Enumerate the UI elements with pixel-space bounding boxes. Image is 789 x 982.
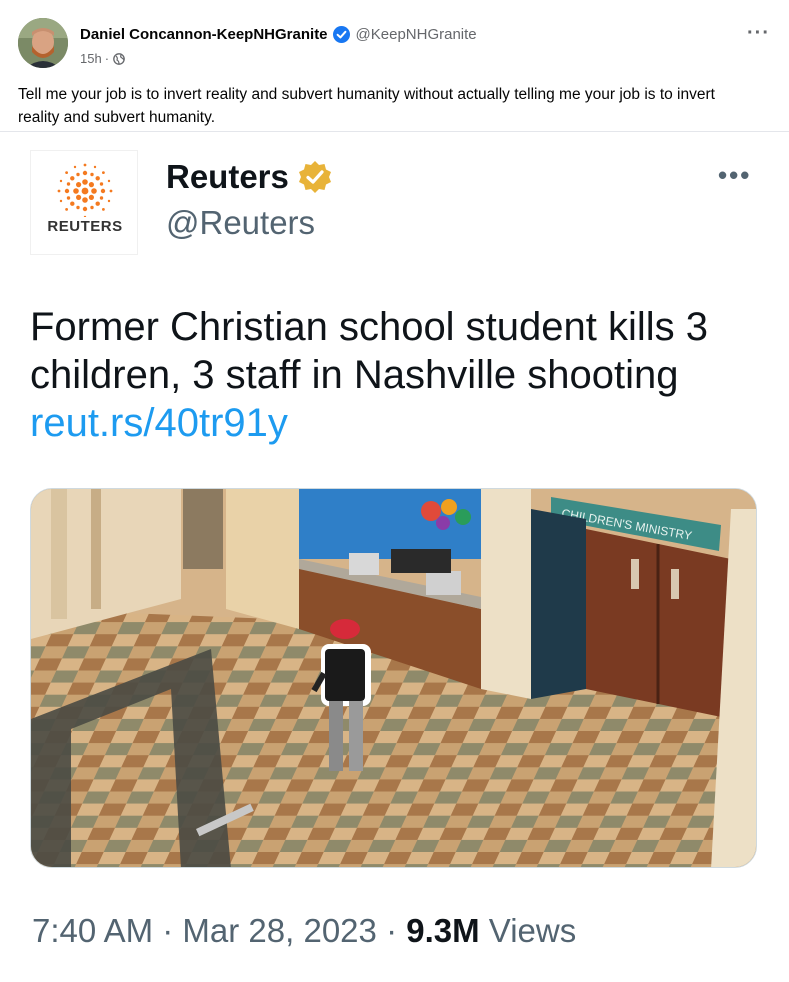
surveillance-photo: CHILDREN'S MINISTRY	[31, 489, 756, 867]
globe-icon	[113, 52, 125, 65]
reuters-dots-icon	[57, 163, 113, 217]
post-text: Tell me your job is to invert reality an…	[18, 86, 715, 126]
tweet-footer: 7:40 AM · Mar 28, 2023 · 9.3M Views	[32, 912, 576, 950]
tweet-headline: Former Christian school student kills 3 …	[30, 303, 750, 447]
tweet-link[interactable]: reut.rs/40tr91y	[30, 401, 288, 445]
tweet-date[interactable]: Mar 28, 2023	[182, 912, 376, 949]
tweet-author-handle[interactable]: @Reuters	[166, 204, 315, 242]
footer-dot: ·	[386, 912, 398, 949]
author-handle[interactable]: @KeepNHGranite	[356, 26, 477, 43]
tweet-more-button[interactable]: •••	[718, 160, 751, 191]
gold-verified-icon	[297, 159, 333, 195]
post-more-button[interactable]: ···	[747, 22, 770, 45]
tweet-time[interactable]: 7:40 AM	[32, 912, 153, 949]
post-header: Daniel Concannon-KeepNHGranite @KeepNHGr…	[18, 18, 778, 70]
author-avatar[interactable]	[18, 18, 68, 68]
tweet-photo[interactable]: CHILDREN'S MINISTRY	[30, 488, 757, 868]
tweet-author-name[interactable]: Reuters	[166, 158, 289, 196]
reuters-logo-text: REUTERS	[47, 218, 123, 235]
author-line: Daniel Concannon-KeepNHGranite @KeepNHGr…	[80, 26, 477, 43]
author-name[interactable]: Daniel Concannon-KeepNHGranite	[80, 26, 328, 43]
verified-badge-icon	[332, 26, 350, 43]
tweet-headline-text: Former Christian school student kills 3 …	[30, 305, 709, 397]
reuters-logo[interactable]: REUTERS	[30, 150, 138, 255]
views-label: Views	[488, 912, 577, 949]
post-timestamp[interactable]: 15h	[80, 51, 102, 66]
post-meta: 15h ·	[80, 51, 125, 66]
meta-separator: ·	[104, 51, 110, 66]
footer-dot: ·	[162, 912, 174, 949]
views-count: 9.3M	[406, 912, 480, 949]
tweet-author-line: Reuters	[166, 158, 333, 196]
